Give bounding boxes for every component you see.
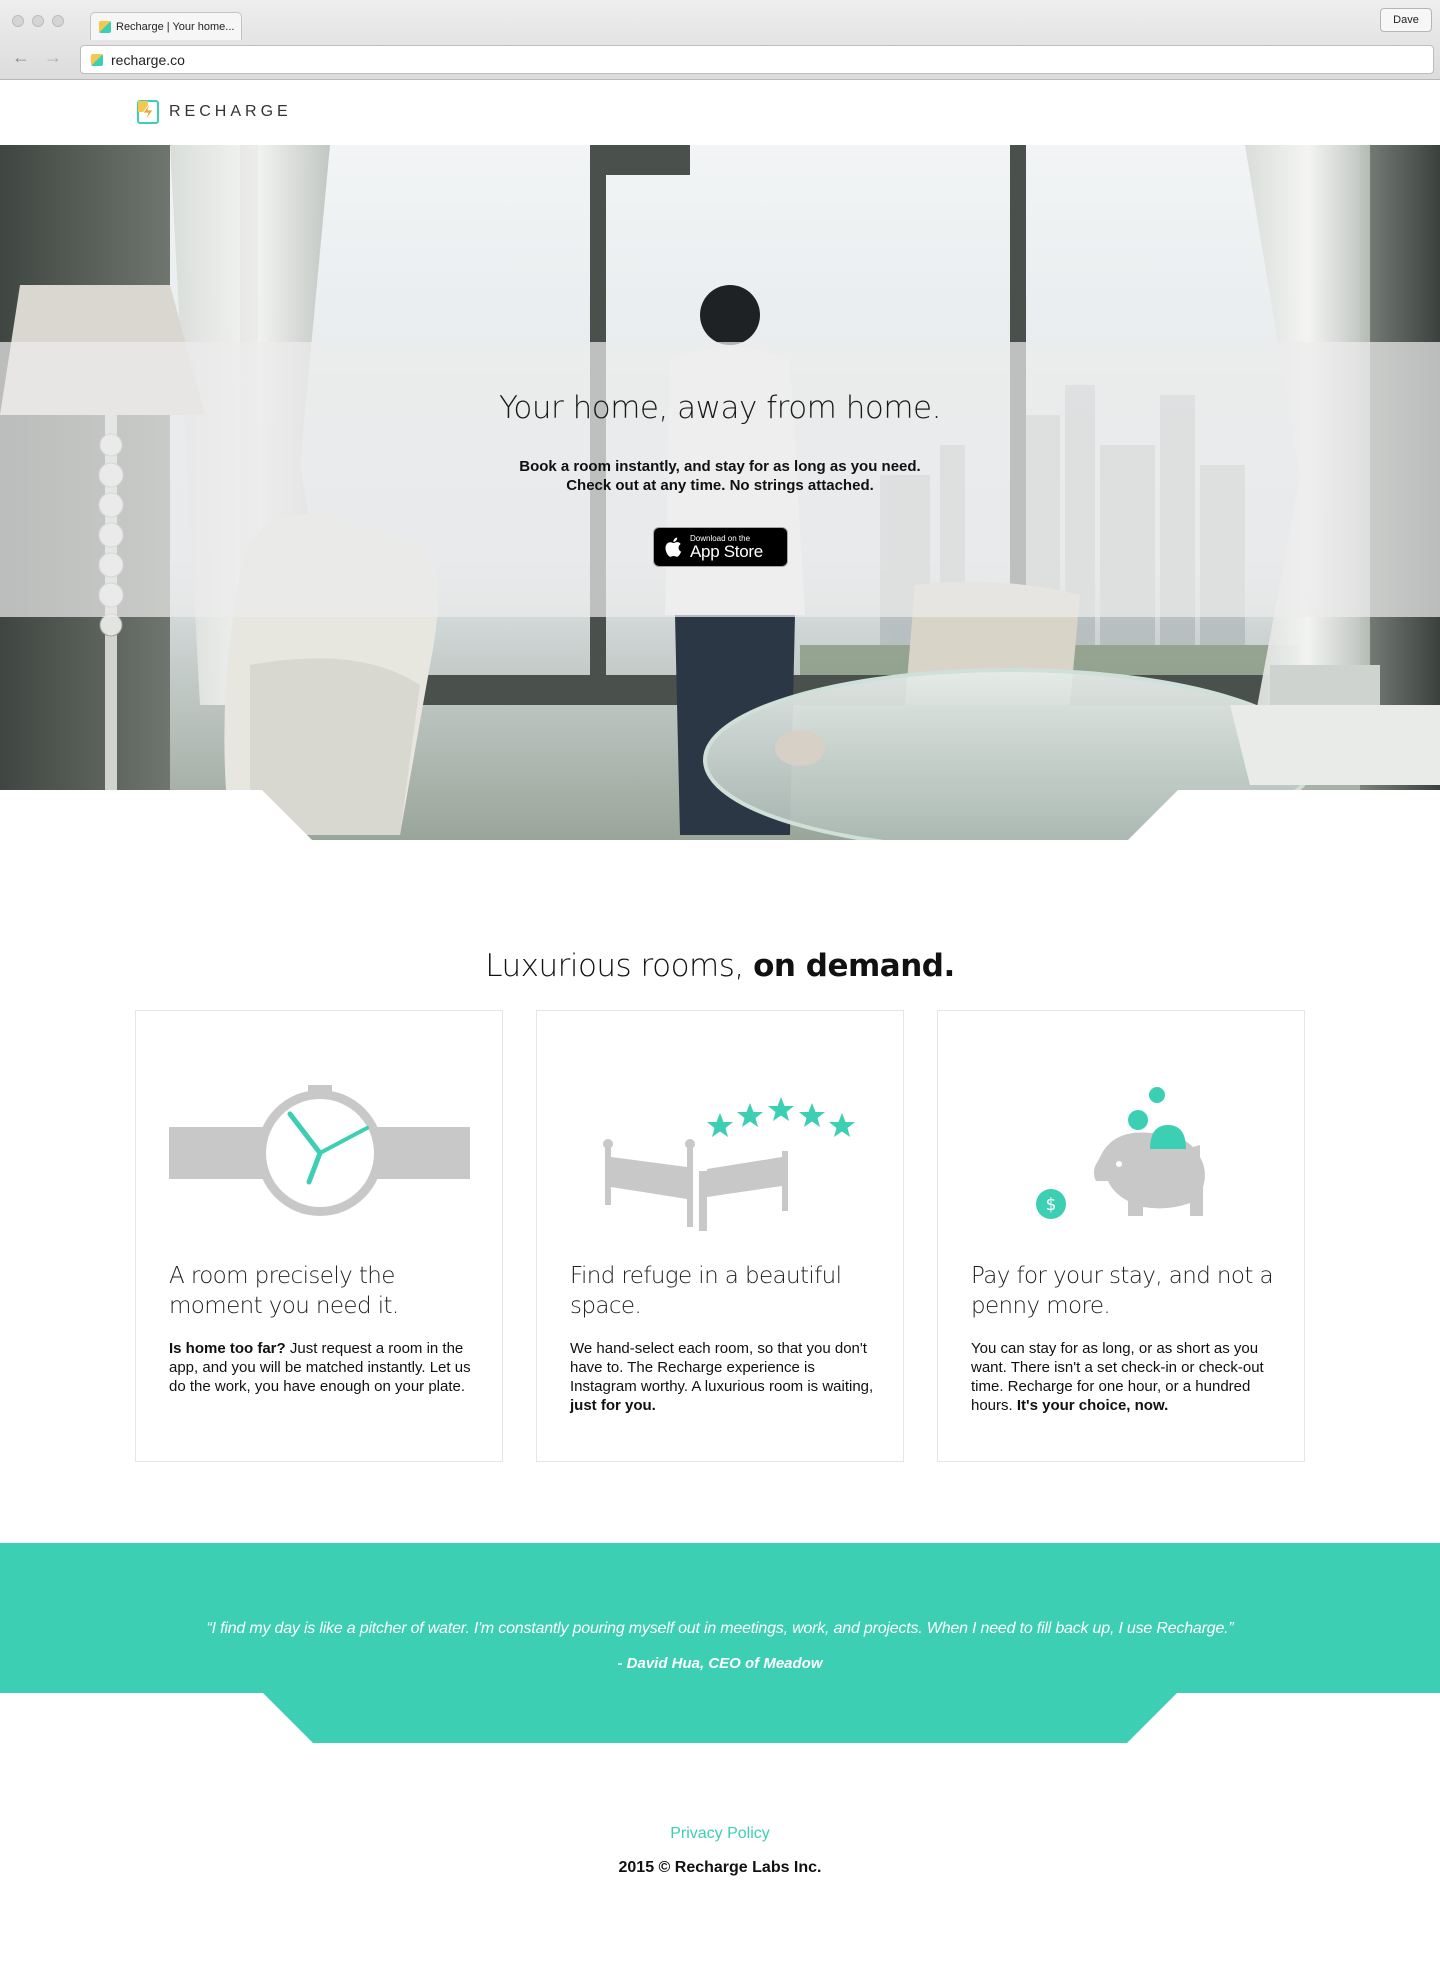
favicon-icon: [91, 53, 103, 66]
privacy-policy-link[interactable]: Privacy Policy: [0, 1825, 1440, 1843]
favicon-icon: [99, 20, 111, 33]
minimize-window-button[interactable]: [32, 15, 44, 27]
profile-button[interactable]: Dave: [1380, 8, 1432, 32]
testimonial-author: - David Hua, CEO of Meadow: [617, 1655, 823, 1672]
hero-subtitle: Book a room instantly, and stay for as l…: [0, 457, 1440, 495]
hero-title: Your home, away from home.: [499, 390, 941, 426]
feature-card-3-title: Pay for your stay, and not a penny more.: [971, 1263, 1274, 1319]
recharge-logo-icon: [137, 100, 159, 124]
feature-card-3: $ Pay for your stay, and not a penny mor…: [937, 1010, 1305, 1462]
feature-card-2-title: Find refuge in a beautiful space.: [570, 1263, 842, 1319]
feature-card-1-body: Is home too far? Just request a room in …: [169, 1339, 479, 1396]
feature-card-2-body-text: We hand-select each room, so that you do…: [570, 1340, 874, 1395]
features-title-light: Luxurious rooms,: [485, 948, 744, 984]
piggy-bank-icon: $: [1036, 1087, 1205, 1219]
hero-section: Your home, away from home. Book a room i…: [0, 145, 1440, 840]
site-header: RECHARGE: [0, 81, 1440, 145]
tab-title: Recharge | Your home...: [116, 20, 235, 33]
features-title: Luxurious rooms, on demand.: [0, 948, 1440, 984]
maximize-window-button[interactable]: [52, 15, 64, 27]
browser-tab[interactable]: Recharge | Your home...: [90, 12, 242, 40]
watch-icon: [169, 1085, 470, 1216]
feature-card-2-body: We hand-select each room, so that you do…: [570, 1339, 880, 1415]
copyright-text: 2015 © Recharge Labs Inc.: [618, 1859, 822, 1876]
logo-link[interactable]: RECHARGE: [137, 100, 292, 124]
app-store-big-label: App Store: [690, 541, 763, 561]
apple-icon: [665, 537, 682, 557]
close-window-button[interactable]: [12, 15, 24, 27]
address-bar[interactable]: recharge.co: [80, 45, 1434, 74]
forward-arrow-icon[interactable]: →: [44, 48, 62, 66]
browser-chrome: Recharge | Your home... Dave ← → recharg…: [0, 0, 1440, 80]
hero-subtitle-line2: Check out at any time. No strings attach…: [566, 477, 874, 494]
feature-card-1: A room precisely the moment you need it.…: [135, 1010, 503, 1462]
bed-stars-icon: [603, 1097, 855, 1231]
hero-bottom-wedge: [0, 790, 1440, 840]
hero-subtitle-line1: Book a room instantly, and stay for as l…: [519, 458, 921, 475]
brand-name: RECHARGE: [169, 103, 292, 120]
feature-card-1-title: A room precisely the moment you need it.: [169, 1263, 399, 1319]
feature-card-3-body: You can stay for as long, or as short as…: [971, 1339, 1281, 1415]
feature-card-2-body-bold: just for you.: [570, 1397, 656, 1414]
url-text: recharge.co: [111, 51, 185, 68]
app-store-button[interactable]: Download on the App Store: [653, 527, 788, 567]
svg-text:$: $: [1046, 1195, 1057, 1215]
testimonial-quote: “I find my day is like a pitcher of wate…: [206, 1620, 1234, 1637]
feature-card-2: Find refuge in a beautiful space. We han…: [536, 1010, 904, 1462]
feature-card-3-body-bold: It's your choice, now.: [1012, 1397, 1169, 1414]
features-title-bold: on demand.: [753, 948, 955, 984]
feature-card-1-body-bold: Is home too far?: [169, 1340, 286, 1357]
back-arrow-icon[interactable]: ←: [12, 48, 30, 66]
testimonial-bottom-wedge: [263, 1693, 1177, 1743]
